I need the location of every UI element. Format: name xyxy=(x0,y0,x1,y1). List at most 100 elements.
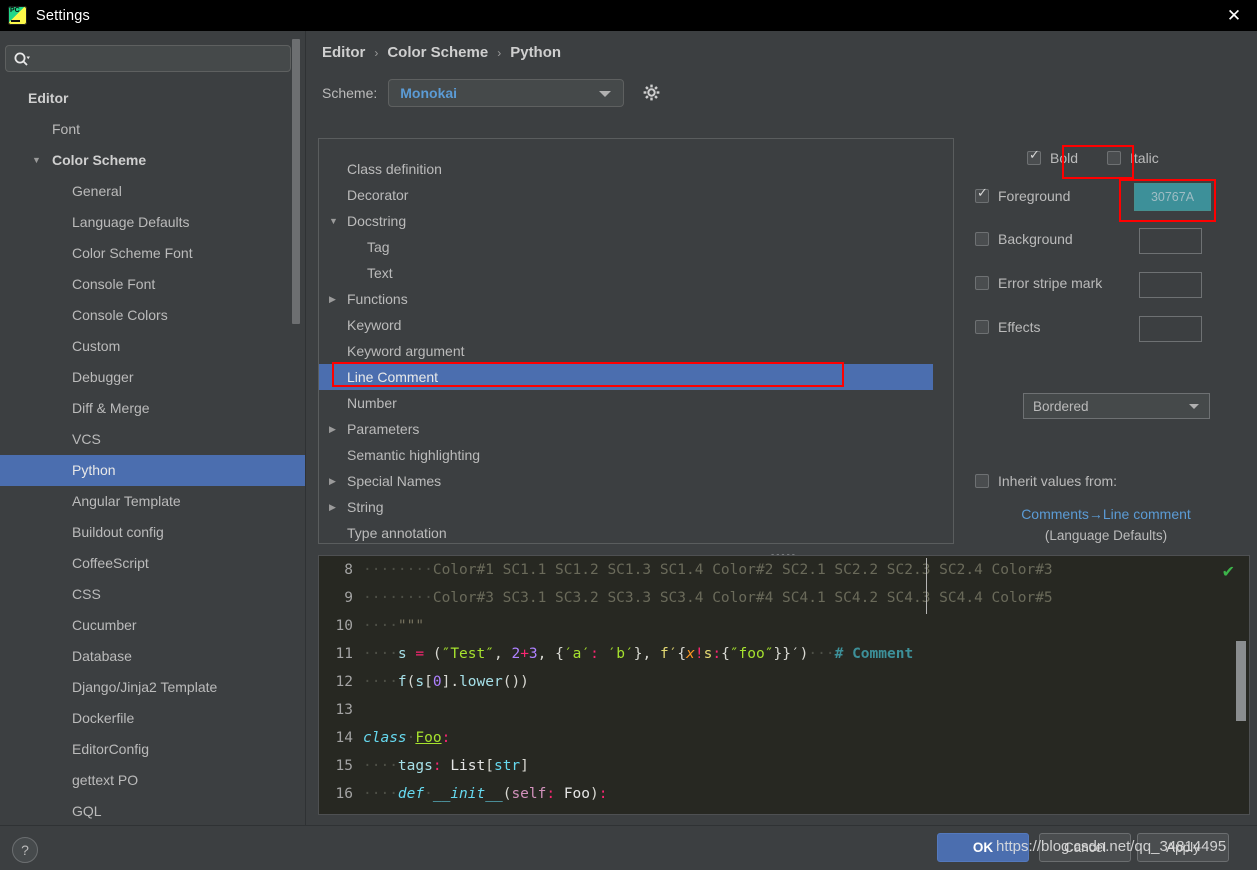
bold-checkbox[interactable] xyxy=(1027,148,1041,165)
bold-checkbox-row[interactable]: Bold xyxy=(1027,148,1078,166)
sidebar-item-font[interactable]: Font xyxy=(0,114,306,145)
sidebar-item-coffeescript[interactable]: CoffeeScript xyxy=(0,548,306,579)
background-color-row[interactable] xyxy=(1139,228,1202,254)
scheme-dropdown[interactable]: Monokai xyxy=(388,79,625,107)
sidebar-item-debugger[interactable]: Debugger xyxy=(0,362,306,393)
sidebar-item-custom[interactable]: Custom xyxy=(0,331,306,362)
title-bar: Settings ✕ xyxy=(0,0,1257,31)
element-item-functions[interactable]: ▶ Functions xyxy=(319,286,933,312)
sidebar-scrollbar-thumb[interactable] xyxy=(292,39,300,324)
element-item-number[interactable]: Number xyxy=(319,390,933,416)
element-item-text[interactable]: Text xyxy=(319,260,933,286)
element-item-semantic-highlighting[interactable]: Semantic highlighting xyxy=(319,442,933,468)
foreground-checkbox[interactable] xyxy=(975,186,989,203)
code-token: ) xyxy=(590,786,599,802)
italic-checkbox-row[interactable]: Italic xyxy=(1107,150,1159,166)
foreground-color-row[interactable]: 30767A xyxy=(1134,183,1211,211)
background-checkbox[interactable] xyxy=(975,232,989,246)
effect-type-dropdown[interactable]: Bordered xyxy=(1023,393,1210,419)
sidebar-item-gql[interactable]: GQL xyxy=(0,796,306,825)
element-item-special-names[interactable]: ▶ Special Names xyxy=(319,468,933,494)
sidebar-item-gettext-po[interactable]: gettext PO xyxy=(0,765,306,796)
sidebar-item-css[interactable]: CSS xyxy=(0,579,306,610)
code-token: List xyxy=(450,758,486,774)
sidebar-item-database[interactable]: Database xyxy=(0,641,306,672)
sidebar-item-diff-merge[interactable]: Diff & Merge xyxy=(0,393,306,424)
sidebar-item-editor[interactable]: Editor xyxy=(0,83,306,114)
sidebar-item-color-scheme[interactable]: ▼ Color Scheme xyxy=(0,145,306,176)
element-item-tag[interactable]: Tag xyxy=(319,234,933,260)
element-item-class-definition[interactable]: Class definition xyxy=(319,156,933,182)
sidebar-item-editorconfig[interactable]: EditorConfig xyxy=(0,734,306,765)
help-button[interactable]: ? xyxy=(12,837,38,863)
element-item-decorator[interactable]: Decorator xyxy=(319,182,933,208)
effects-color-swatch[interactable] xyxy=(1139,316,1202,342)
breadcrumb-item[interactable]: Python xyxy=(510,44,561,61)
breadcrumb-item[interactable]: Color Scheme xyxy=(387,44,488,61)
element-item-type-annotation[interactable]: Type annotation xyxy=(319,520,933,543)
sidebar-item-angular-template[interactable]: Angular Template xyxy=(0,486,306,517)
settings-category-tree[interactable]: Editor Font ▼ Color Scheme General Language D… xyxy=(0,83,306,825)
element-item-parameters[interactable]: ▶ Parameters xyxy=(319,416,933,442)
ok-button[interactable]: OK xyxy=(937,833,1029,862)
sidebar-item-color-scheme-font[interactable]: Color Scheme Font xyxy=(0,238,306,269)
element-item-docstring[interactable]: ▼ Docstring xyxy=(319,208,933,234)
chevron-right-icon[interactable]: ▶ xyxy=(329,468,336,494)
code-token: 3 xyxy=(528,646,538,662)
italic-checkbox[interactable] xyxy=(1107,151,1121,165)
breadcrumb-item[interactable]: Editor xyxy=(322,44,365,61)
code-line: 11 ····s = (″Test″, 2+3, {′a′: ′b′}, f′{x… xyxy=(319,640,1249,668)
effects-checkbox-row[interactable]: Effects xyxy=(975,319,1041,335)
error-stripe-color-row[interactable] xyxy=(1139,272,1202,298)
color-elements-tree[interactable]: Built-in nameClass definitionDecorator▼D… xyxy=(318,138,950,544)
element-item-string[interactable]: ▶ String xyxy=(319,494,933,520)
chevron-down-icon[interactable]: ▼ xyxy=(329,208,338,234)
sidebar-item-dockerfile[interactable]: Dockerfile xyxy=(0,703,306,734)
gear-icon[interactable] xyxy=(641,82,663,104)
foreground-color-swatch[interactable]: 30767A xyxy=(1134,183,1211,211)
chevron-down-icon[interactable]: ▼ xyxy=(32,145,41,176)
close-icon[interactable]: ✕ xyxy=(1211,0,1257,31)
code-preview[interactable]: 8 ········Color#1 SC1.1 SC1.2 SC1.3 SC1.4… xyxy=(318,555,1250,815)
background-color-swatch[interactable] xyxy=(1139,228,1202,254)
check-mark-icon: ✔ xyxy=(1221,564,1235,581)
sidebar-item-django-jinja2-template[interactable]: Django/Jinja2 Template xyxy=(0,672,306,703)
preview-scrollbar-thumb[interactable] xyxy=(1236,641,1246,721)
inherit-checkbox[interactable] xyxy=(975,474,989,488)
chevron-right-icon[interactable]: ▶ xyxy=(329,416,336,442)
chevron-right-icon[interactable]: ▶ xyxy=(329,286,336,312)
tree-top-clip xyxy=(319,139,949,148)
error-stripe-checkbox[interactable] xyxy=(975,276,989,290)
inherit-checkbox-row[interactable]: Inherit values from: xyxy=(975,473,1117,489)
sidebar-item-language-defaults[interactable]: Language Defaults xyxy=(0,207,306,238)
code-token: def xyxy=(397,786,425,802)
error-stripe-checkbox-row[interactable]: Error stripe mark xyxy=(975,275,1102,291)
error-stripe-color-swatch[interactable] xyxy=(1139,272,1202,298)
search-input[interactable] xyxy=(5,45,291,72)
chevron-right-icon[interactable]: ▶ xyxy=(329,494,336,520)
sidebar-item-console-font[interactable]: Console Font xyxy=(0,269,306,300)
element-item-line-comment[interactable]: Line Comment xyxy=(319,364,933,390)
effects-checkbox[interactable] xyxy=(975,320,989,334)
element-item-keyword-argument[interactable]: Keyword argument xyxy=(319,338,933,364)
inherit-source-link[interactable]: Comments→Line comment xyxy=(961,506,1251,522)
sidebar-item-buildout-config[interactable]: Buildout config xyxy=(0,517,306,548)
effects-color-row[interactable] xyxy=(1139,316,1202,342)
code-line: 9 ········Color#3 SC3.1 SC3.2 SC3.3 SC3.4… xyxy=(319,584,1249,612)
sidebar-item-console-colors[interactable]: Console Colors xyxy=(0,300,306,331)
sidebar-item-vcs[interactable]: VCS xyxy=(0,424,306,455)
line-number: 15 xyxy=(335,758,353,774)
cancel-button[interactable]: Cancel xyxy=(1039,833,1131,862)
sidebar-item-python[interactable]: Python xyxy=(0,455,306,486)
chevron-down-icon xyxy=(599,91,612,97)
element-item-keyword[interactable]: Keyword xyxy=(319,312,933,338)
foreground-checkbox-row[interactable]: Foreground xyxy=(975,186,1070,204)
background-checkbox-row[interactable]: Background xyxy=(975,231,1073,247)
sidebar-item-cucumber[interactable]: Cucumber xyxy=(0,610,306,641)
code-token: · xyxy=(424,786,433,802)
code-token: f xyxy=(397,674,407,690)
sidebar-item-general[interactable]: General xyxy=(0,176,306,207)
sidebar-item-label: Console Font xyxy=(72,276,156,292)
apply-button[interactable]: Apply xyxy=(1137,833,1229,862)
